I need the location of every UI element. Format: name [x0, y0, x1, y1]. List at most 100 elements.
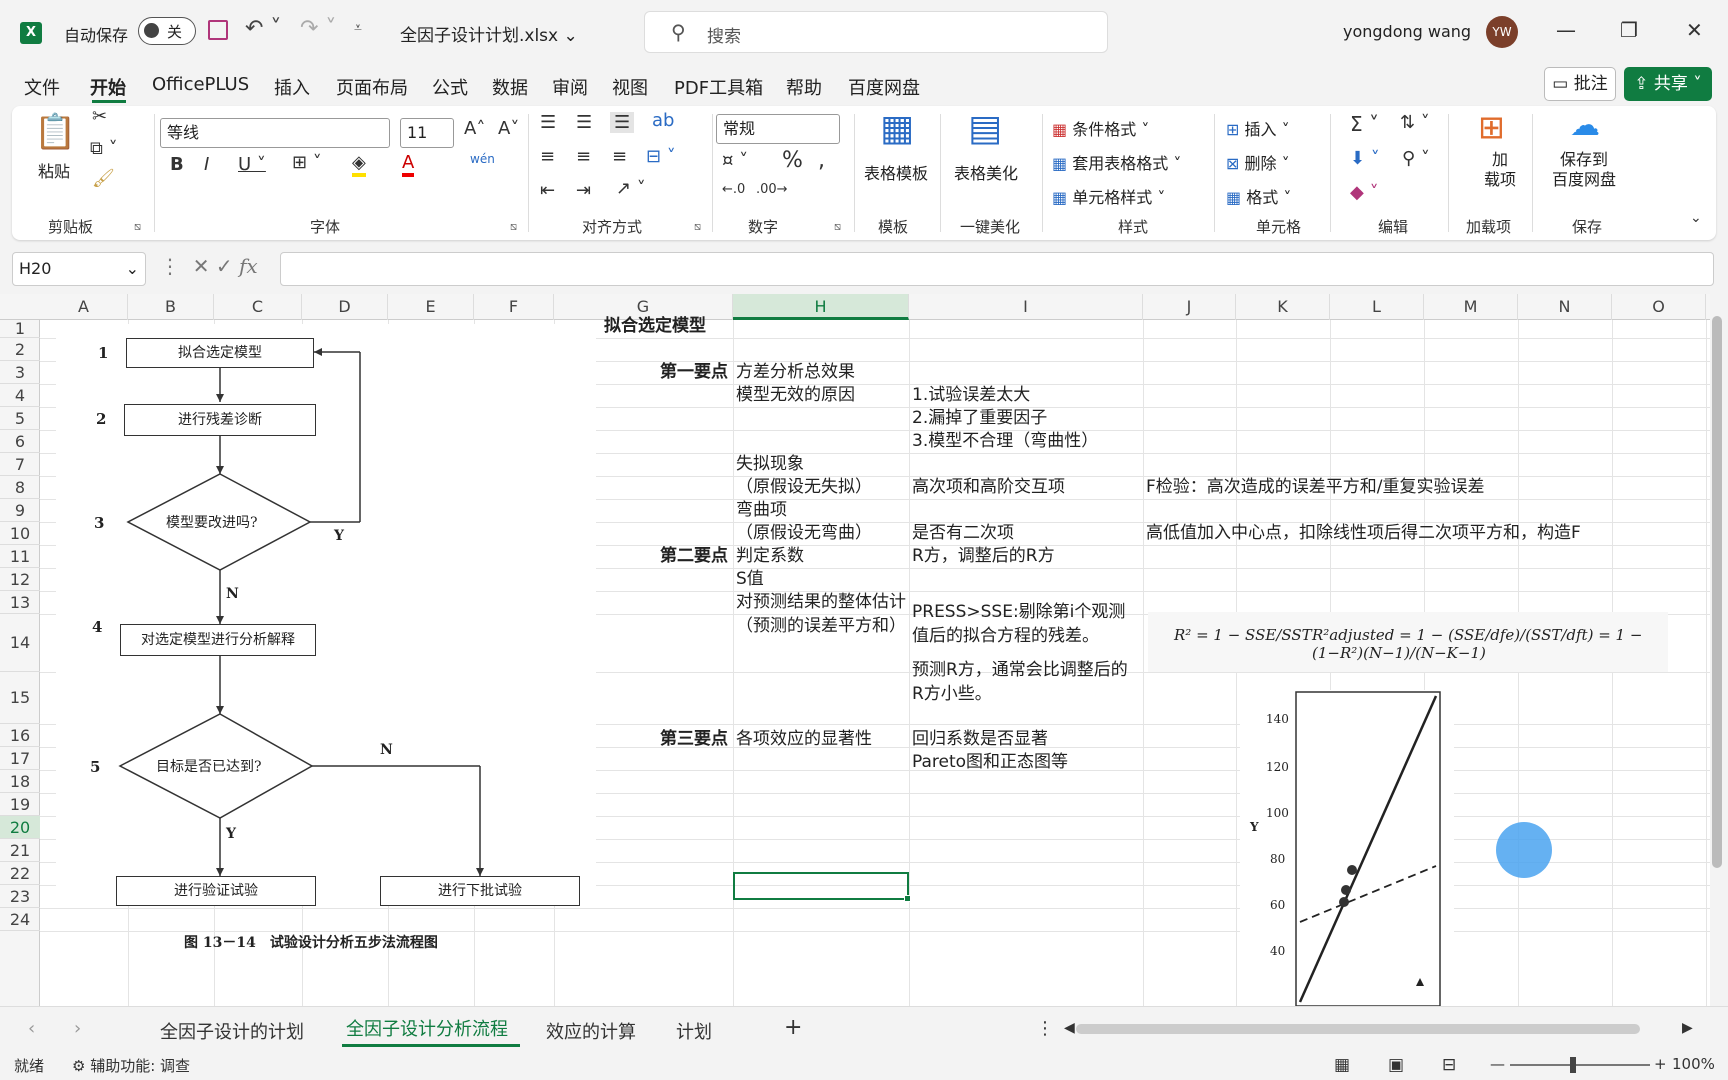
redo-icon[interactable]: ↷ ˅ — [300, 16, 336, 41]
sort-filter-icon[interactable]: ⇅ ˅ — [1400, 112, 1430, 133]
percent-icon[interactable]: % — [782, 148, 803, 173]
formula-input[interactable] — [280, 252, 1714, 286]
autosum-icon[interactable]: Σ ˅ — [1350, 112, 1379, 136]
sheet-tab[interactable]: 计划 — [676, 1018, 712, 1044]
insert-cells-button[interactable]: ⊞ 插入 ˅ — [1226, 116, 1290, 140]
copy-icon[interactable]: ⧉ ˅ — [90, 138, 118, 159]
fill-handle[interactable] — [904, 895, 911, 902]
zoom-slider-knob[interactable] — [1570, 1057, 1576, 1073]
row-header-12[interactable]: 12 — [0, 568, 40, 591]
zoom-level[interactable]: 100% — [1672, 1055, 1715, 1073]
share-button[interactable]: ⇪ 共享 ˅ — [1624, 67, 1712, 101]
underline-icon[interactable]: U ˅ — [238, 154, 266, 175]
tab-home[interactable]: 开始 — [90, 74, 126, 100]
tab-baidu-netdisk[interactable]: 百度网盘 — [848, 74, 920, 100]
row-header-1[interactable]: 1 — [0, 320, 40, 338]
tab-view[interactable]: 视图 — [612, 74, 648, 100]
spreadsheet-grid[interactable]: ABCDEFGHIJKLMNO 1 2 3 4 5 6 7 8 9 10 11 12 13 14 15 16 1… — [0, 294, 1710, 1006]
normal-view-icon[interactable]: ▦ — [1334, 1055, 1350, 1075]
format-as-table-button[interactable]: ▦ 套用表格格式 ˅ — [1052, 150, 1181, 174]
paste-button[interactable]: 粘贴 — [38, 158, 70, 182]
decrease-indent-icon[interactable]: ⇤ — [540, 180, 555, 201]
row-header-14[interactable]: 14 — [0, 614, 40, 672]
row-header-9[interactable]: 9 — [0, 499, 40, 522]
undo-icon[interactable]: ↶ ˅ — [245, 16, 281, 41]
save-icon[interactable] — [208, 20, 228, 40]
align-top-icon[interactable]: ☰ — [540, 112, 556, 133]
row-header-23[interactable]: 23 — [0, 885, 40, 908]
page-layout-view-icon[interactable]: ▣ — [1388, 1055, 1404, 1075]
increase-decimal-icon[interactable]: ←.0 — [722, 182, 745, 197]
next-sheet-icon[interactable]: › — [74, 1018, 81, 1039]
zoom-in-icon[interactable]: + — [1654, 1055, 1667, 1073]
sheet-tab-active[interactable]: 全因子设计分析流程 — [346, 1015, 508, 1041]
more-options-icon[interactable]: ⋮ — [1036, 1018, 1054, 1039]
row-header-6[interactable]: 6 — [0, 430, 40, 453]
row-header-24[interactable]: 24 — [0, 908, 40, 931]
italic-icon[interactable]: I — [204, 154, 209, 175]
increase-indent-icon[interactable]: ⇥ — [576, 180, 591, 201]
scroll-left-icon[interactable]: ◀ — [1064, 1020, 1075, 1036]
delete-cells-button[interactable]: ⊠ 删除 ˅ — [1226, 150, 1290, 174]
font-color-icon[interactable]: A — [402, 152, 415, 177]
zoom-out-icon[interactable]: — — [1490, 1055, 1505, 1073]
addins-icon[interactable]: ⊞ — [1478, 108, 1505, 146]
floating-assistant-icon[interactable] — [1496, 822, 1552, 878]
fill-color-icon[interactable]: ◈ — [352, 152, 366, 177]
column-header-j[interactable]: J — [1143, 294, 1236, 320]
minimize-icon[interactable]: — — [1556, 18, 1576, 42]
font-size-select[interactable]: 11 — [400, 118, 454, 148]
page-break-view-icon[interactable]: ⊟ — [1442, 1055, 1456, 1075]
row-header-4[interactable]: 4 — [0, 384, 40, 407]
search-input[interactable]: ⚲ 搜索 — [644, 11, 1108, 53]
tab-formulas[interactable]: 公式 — [432, 74, 468, 100]
scatter-plot-image[interactable]: Y 140 120 100 80 60 40 — [1240, 690, 1454, 1006]
row-header-3[interactable]: 3 — [0, 361, 40, 384]
align-middle-icon[interactable]: ☰ — [576, 112, 592, 133]
flowchart-image[interactable]: 1 拟合选定模型 2 进行残差诊断 3 模型要改进吗? Y N 4 对选定模型进… — [56, 324, 596, 906]
find-icon[interactable]: ⚲ ˅ — [1402, 148, 1430, 169]
row-header-21[interactable]: 21 — [0, 839, 40, 862]
row-header-22[interactable]: 22 — [0, 862, 40, 885]
column-header-i[interactable]: I — [909, 294, 1143, 320]
decrease-decimal-icon[interactable]: .00→ — [756, 182, 788, 197]
column-header-m[interactable]: M — [1424, 294, 1518, 320]
tab-review[interactable]: 审阅 — [552, 74, 588, 100]
column-header-d[interactable]: D — [302, 294, 388, 320]
autosave-toggle[interactable]: 关 — [138, 17, 196, 45]
column-header-n[interactable]: N — [1518, 294, 1612, 320]
row-header-15[interactable]: 15 — [0, 672, 40, 724]
clear-icon[interactable]: ◆ ˅ — [1350, 182, 1379, 203]
dialog-launcher-icon[interactable]: ⧅ — [834, 220, 841, 234]
table-template-button[interactable]: 表格模板 — [864, 160, 928, 184]
customize-toolbar-icon[interactable]: ⩡ — [354, 20, 362, 36]
row-header-2[interactable]: 2 — [0, 338, 40, 361]
prev-sheet-icon[interactable]: ‹ — [28, 1018, 35, 1039]
merge-center-icon[interactable]: ⊟ ˅ — [646, 146, 676, 167]
row-header-7[interactable]: 7 — [0, 453, 40, 476]
row-header-17[interactable]: 17 — [0, 747, 40, 770]
table-template-icon[interactable]: ▦ — [880, 108, 914, 149]
comma-icon[interactable]: , — [818, 148, 825, 173]
baidu-netdisk-icon[interactable]: ☁ — [1570, 108, 1600, 143]
decrease-font-icon[interactable]: A˅ — [498, 118, 519, 139]
tab-officeplus[interactable]: OfficePLUS — [152, 74, 249, 95]
tab-insert[interactable]: 插入 — [274, 74, 310, 100]
tab-file[interactable]: 文件 — [24, 74, 60, 100]
addins-button[interactable]: 加 载项 — [1484, 150, 1516, 190]
row-header-5[interactable]: 5 — [0, 407, 40, 430]
row-header-11[interactable]: 11 — [0, 545, 40, 568]
wrap-text-icon[interactable]: ab — [652, 110, 674, 131]
horizontal-scroll-thumb[interactable] — [1076, 1024, 1640, 1034]
format-cells-button[interactable]: ▦ 格式 ˅ — [1226, 184, 1291, 208]
save-to-netdisk-button[interactable]: 保存到 百度网盘 — [1552, 150, 1616, 190]
add-sheet-icon[interactable]: + — [784, 1015, 802, 1040]
collapse-ribbon-icon[interactable]: ⌄ — [1690, 210, 1702, 226]
tab-data[interactable]: 数据 — [492, 74, 528, 100]
sheet-tab[interactable]: 效应的计算 — [546, 1018, 636, 1044]
row-header-10[interactable]: 10 — [0, 522, 40, 545]
font-name-select[interactable]: 等线 — [160, 118, 390, 148]
phonetic-icon[interactable]: wén — [470, 152, 495, 166]
column-header-c[interactable]: C — [214, 294, 302, 320]
column-header-e[interactable]: E — [388, 294, 474, 320]
